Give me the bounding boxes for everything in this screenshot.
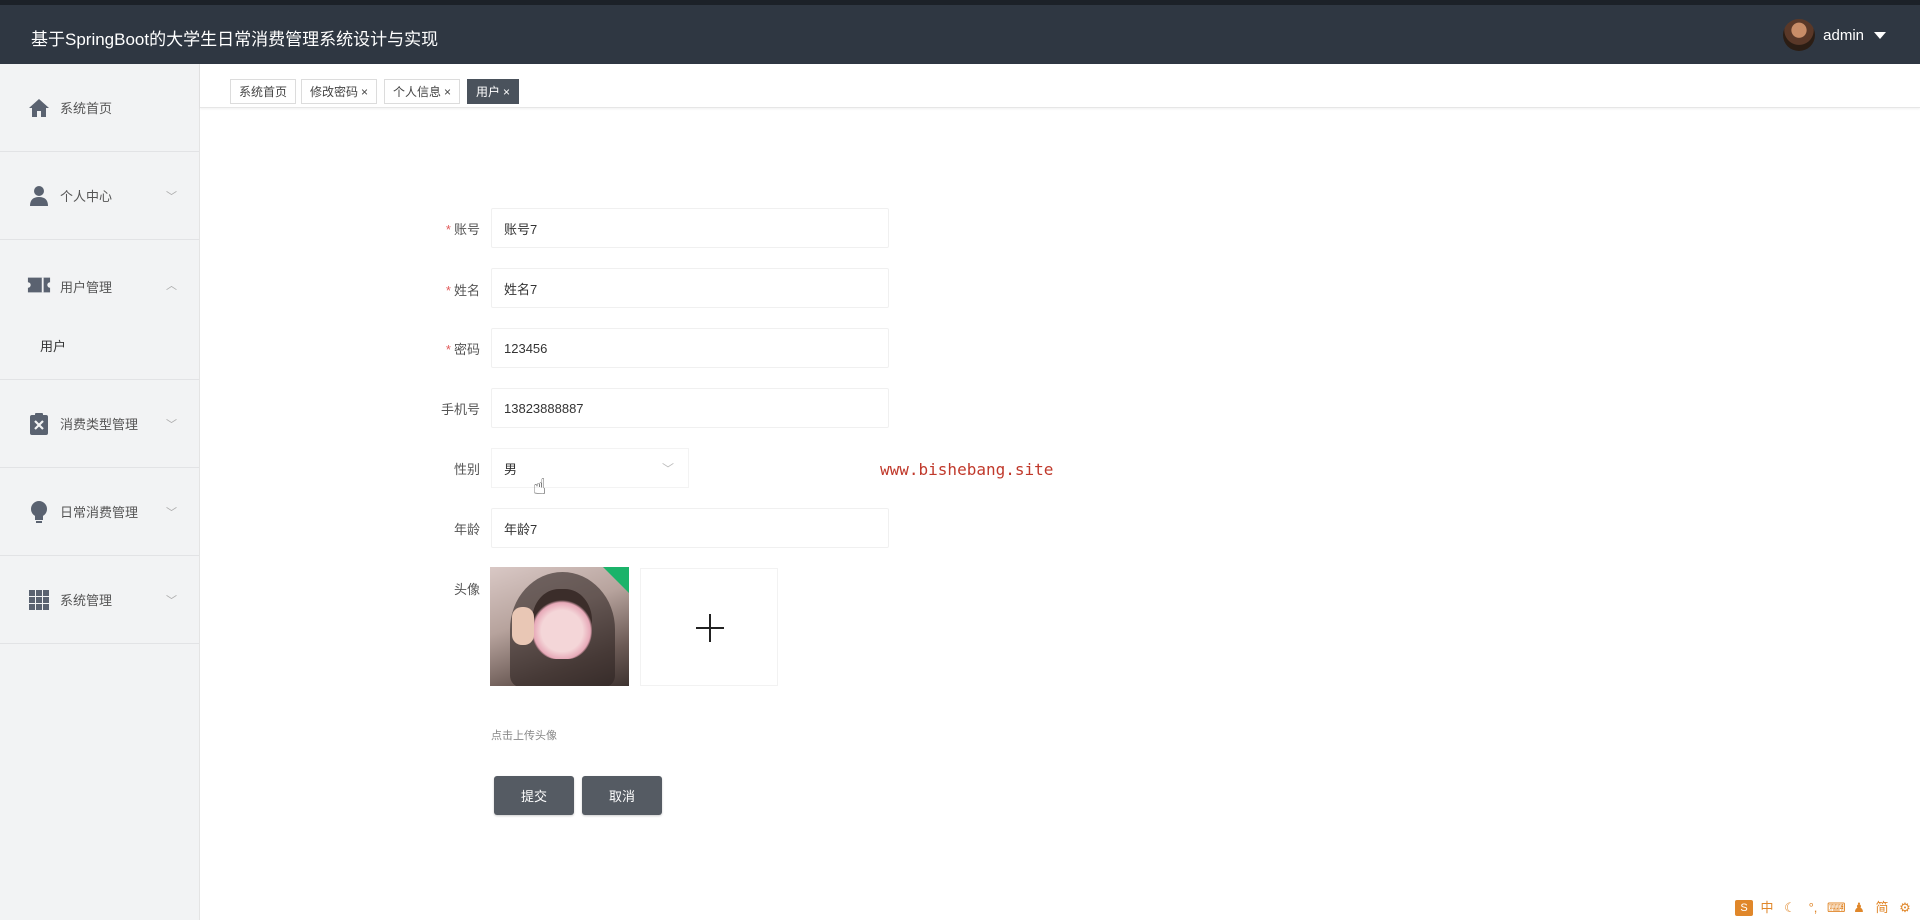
upload-hint: 点击上传头像 (491, 730, 557, 742)
sidebar: 系统首页 个人中心 ﹀ 用户管理 ︿ 用户 消费类型管理 ﹀ 日常消费管理 ﹀ (0, 64, 200, 920)
phone-field[interactable]: 13823888887 (491, 388, 889, 428)
tab-label: 系统首页 (239, 85, 288, 99)
user-icon (27, 184, 51, 208)
plus-icon (696, 614, 724, 642)
tab-label: 用户 (476, 85, 501, 99)
tabs-bar: 系统首页 修改密码 × 个人信息 × 用户 × (200, 64, 1920, 108)
clipboard-x-icon (27, 412, 51, 436)
home-icon (27, 96, 51, 120)
close-icon[interactable]: × (503, 85, 510, 99)
watermark-text: www.bishebang.site (880, 460, 1054, 479)
tab-personal-info[interactable]: 个人信息 × (384, 79, 461, 104)
sidebar-item-label: 系统管理 (60, 593, 113, 608)
tab-user[interactable]: 用户 × (467, 79, 520, 104)
user-name: admin (1823, 26, 1864, 44)
ime-toolbar: S 中 ☾ °, ⌨ ♟ 简 ⚙ (1735, 900, 1914, 916)
age-field[interactable]: 年龄7 (491, 508, 889, 548)
tab-label: 个人信息 (393, 85, 442, 99)
avatar-upload-button[interactable] (640, 568, 778, 686)
close-icon[interactable]: × (361, 85, 368, 99)
bulb-icon (27, 500, 51, 524)
sidebar-item-label: 系统首页 (60, 101, 113, 116)
required-mark: * (445, 342, 451, 357)
account-label: * 账号 (445, 222, 480, 237)
password-label: * 密码 (445, 342, 480, 357)
phone-label: 手机号 (440, 402, 480, 417)
chevron-down-icon: ﹀ (166, 594, 177, 607)
sidebar-item-label: 个人中心 (60, 189, 113, 204)
top-header: 基于SpringBoot的大学生日常消费管理系统设计与实现 admin (0, 0, 1920, 64)
close-icon[interactable]: × (444, 85, 451, 99)
chevron-down-icon: ﹀ (166, 418, 177, 431)
chevron-down-icon: ﹀ (166, 190, 177, 203)
name-field[interactable]: 姓名7 (491, 268, 889, 308)
app-title: 基于SpringBoot的大学生日常消费管理系统设计与实现 (31, 30, 439, 49)
punctuation-icon[interactable]: °, (1804, 900, 1822, 916)
tab-home[interactable]: 系统首页 (230, 79, 297, 104)
ime-logo-icon[interactable]: S (1735, 900, 1753, 916)
sidebar-item-consumption-type[interactable]: 消费类型管理 ﹀ (0, 380, 199, 468)
ime-chinese-mode[interactable]: 中 (1758, 900, 1776, 916)
chevron-down-icon: ﹀ (661, 462, 674, 476)
gender-value: 男 (504, 461, 518, 477)
required-mark: * (445, 283, 451, 298)
hand-cursor-icon: ☝ (533, 474, 547, 499)
cancel-button[interactable]: 取消 (582, 776, 662, 815)
grid-icon (27, 588, 51, 612)
chevron-down-icon: ﹀ (166, 506, 177, 519)
sidebar-item-system-management[interactable]: 系统管理 ﹀ (0, 556, 199, 644)
user-menu[interactable]: admin (1783, 19, 1886, 51)
password-field[interactable]: 123456 (491, 328, 889, 368)
submit-button[interactable]: 提交 (494, 776, 574, 815)
avatar-label: 头像 (453, 582, 480, 597)
gear-icon[interactable]: ⚙ (1896, 900, 1914, 916)
gender-select[interactable]: 男 ﹀ (491, 448, 689, 488)
caret-down-icon (1874, 31, 1886, 39)
sidebar-item-user-management[interactable]: 用户管理 ︿ 用户 (0, 240, 199, 380)
moon-icon[interactable]: ☾ (1781, 900, 1799, 916)
user-icon[interactable]: ♟ (1850, 900, 1868, 916)
sidebar-subitem-user[interactable]: 用户 (0, 324, 199, 364)
ticket-icon (27, 273, 51, 297)
sidebar-item-daily-consumption[interactable]: 日常消费管理 ﹀ (0, 468, 199, 556)
gender-label: 性别 (453, 462, 480, 477)
tab-change-password[interactable]: 修改密码 × (301, 79, 378, 104)
tab-label: 修改密码 (310, 85, 359, 99)
name-label: * 姓名 (445, 283, 480, 298)
keyboard-icon[interactable]: ⌨ (1827, 900, 1846, 916)
upload-success-badge (603, 567, 629, 593)
account-field[interactable]: 账号7 (491, 208, 889, 248)
sidebar-subitem-label: 用户 (40, 339, 67, 354)
user-avatar (1783, 19, 1816, 51)
avatar-thumbnail[interactable] (490, 567, 629, 686)
sidebar-item-label: 用户管理 (60, 280, 113, 295)
required-mark: * (445, 222, 451, 237)
sidebar-item-home[interactable]: 系统首页 (0, 64, 199, 152)
age-label: 年龄 (453, 522, 480, 537)
chevron-up-icon: ︿ (166, 280, 177, 292)
sidebar-item-label: 消费类型管理 (60, 417, 139, 432)
sidebar-item-personal-center[interactable]: 个人中心 ﹀ (0, 152, 199, 240)
sidebar-item-label: 日常消费管理 (60, 505, 139, 520)
ime-simplified[interactable]: 简 (1873, 900, 1891, 916)
